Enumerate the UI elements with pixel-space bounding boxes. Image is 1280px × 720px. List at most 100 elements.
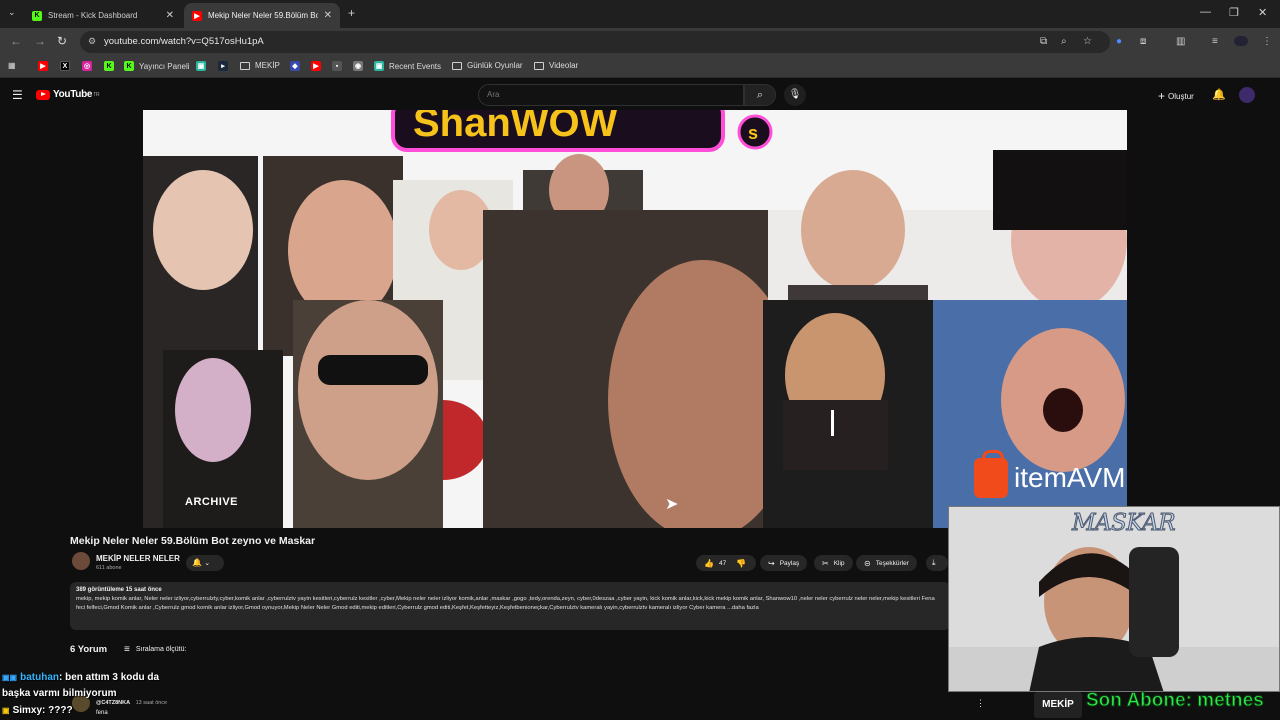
youtube-icon: ▶ xyxy=(311,61,321,71)
channel-badge: MEKİP xyxy=(1034,692,1082,718)
youtube-play-icon xyxy=(36,89,50,100)
bookmark-yayinci-paneli[interactable]: K Yayıncı Paneli xyxy=(124,61,190,71)
comment-author: @C4TZ8NKA 13 saat önce xyxy=(96,700,167,706)
subscriber-count: 611 abone xyxy=(96,565,122,571)
bookmarks-bar: ▦ ▶ X ◎ K K Yayıncı Paneli ▣ ▸ MEKİP ◆ ▶ … xyxy=(0,56,1280,78)
tab-search-icon[interactable]: ⌄ xyxy=(8,7,16,18)
microphone-icon: 🎙 xyxy=(788,89,802,100)
bookmark-x[interactable]: X xyxy=(60,61,75,71)
search-input[interactable]: Ara xyxy=(478,84,744,106)
kick-icon: K xyxy=(32,10,42,21)
video-title: Mekip Neler Neler 59.Bölüm Bot zeyno ve … xyxy=(70,535,316,547)
instagram-icon: ◎ xyxy=(82,61,92,71)
chat-message: başka varmı bilmiyorum xyxy=(2,688,117,699)
subscription-bell-button[interactable]: 🔔 ⌄ xyxy=(186,555,224,571)
address-bar[interactable]: ⚙ youtube.com/watch?v=Q517osHu1pA xyxy=(80,31,1110,53)
back-icon[interactable]: ← xyxy=(10,34,22,48)
chat-text: başka varmı bilmiyorum xyxy=(2,688,117,699)
search-button[interactable]: ⌕ xyxy=(744,84,776,106)
mouse-cursor-icon: ➤ xyxy=(665,496,679,513)
bookmark-videolar[interactable]: Videolar xyxy=(534,61,578,70)
folder-icon xyxy=(534,61,544,70)
streamlabs-icon: ▣ xyxy=(374,61,384,71)
notifications-bell-icon[interactable]: 🔔 xyxy=(1212,88,1226,101)
zoom-icon[interactable]: ⌕ xyxy=(1061,36,1067,47)
side-panel-icon[interactable]: ▥ xyxy=(1176,36,1185,47)
bookmark-kick[interactable]: K xyxy=(104,61,119,71)
comment-text: fena xyxy=(96,710,108,716)
bookmark-prime[interactable]: ▸ xyxy=(218,61,233,71)
menu-kebab-icon[interactable]: ⋮ xyxy=(1262,36,1272,47)
prime-icon: ▸ xyxy=(218,61,228,71)
site-info-icon[interactable]: ⚙ xyxy=(88,36,96,47)
bookmark-recent-events[interactable]: ▣ Recent Events xyxy=(374,61,441,71)
sort-label: Sıralama ölçütü: xyxy=(135,646,187,653)
bookmark-youtube-2[interactable]: ▶ xyxy=(311,61,326,71)
kick-icon: K xyxy=(104,61,114,71)
reload-icon[interactable]: ↻ xyxy=(57,34,67,48)
channel-name[interactable]: MEKİP NELER NELER xyxy=(96,554,180,563)
chat-text: : ben attım 3 kodu da xyxy=(59,672,160,683)
bell-icon: 🔔 xyxy=(192,558,202,567)
tab-kick-dashboard[interactable]: K Stream - Kick Dashboard ✕ xyxy=(24,3,182,28)
youtube-logo[interactable]: YouTube TR xyxy=(36,89,100,100)
shopping-bag-icon xyxy=(974,450,1008,498)
create-button[interactable]: + Oluştur xyxy=(1158,89,1194,103)
globe-icon: ◉ xyxy=(353,61,363,71)
chat-badge-icon: ▣▣ xyxy=(2,673,18,682)
channel-avatar[interactable] xyxy=(72,552,90,570)
thanks-icon: ⊝ xyxy=(864,558,871,568)
search-placeholder: Ara xyxy=(487,90,500,99)
region-code: TR xyxy=(93,91,100,98)
minimize-icon[interactable]: — xyxy=(1200,6,1211,18)
sort-icon: ≡ xyxy=(124,644,130,655)
bookmark-app[interactable]: ▣ xyxy=(196,61,211,71)
youtube-header: ☰ YouTube TR Ara ⌕ 🎙 + Oluştur 🔔 xyxy=(0,80,1280,110)
account-avatar[interactable] xyxy=(1239,87,1255,103)
bookmark-image[interactable]: ▪ xyxy=(332,61,347,71)
voice-search-button[interactable]: 🎙 xyxy=(784,84,806,106)
like-dislike-button[interactable]: 👍 47 👎 xyxy=(696,555,756,571)
window-close-icon[interactable]: ✕ xyxy=(1258,6,1267,19)
youtube-icon: ▶ xyxy=(192,10,202,21)
create-label: Oluştur xyxy=(1168,91,1194,101)
chat-message: ▣▣ batuhan: ben attım 3 kodu da xyxy=(2,672,159,683)
chat-username: Simxy xyxy=(12,705,43,716)
video-description[interactable]: 389 görüntüleme 15 saat önce mekip, meki… xyxy=(70,582,950,630)
install-app-icon[interactable]: ⧉ xyxy=(1040,36,1047,47)
share-label: Paylaş xyxy=(779,559,800,567)
forward-icon[interactable]: → xyxy=(34,34,46,48)
bookmark-label: Recent Events xyxy=(389,61,442,71)
sponsor-name: itemAVM xyxy=(1014,462,1126,493)
share-button[interactable]: ↪ Paylaş xyxy=(760,555,808,571)
sort-comments-button[interactable]: ≡ Sıralama ölçütü: xyxy=(124,644,186,655)
thanks-button[interactable]: ⊝ Teşekkürler xyxy=(856,555,917,571)
extension-icon[interactable]: ● xyxy=(1116,36,1122,47)
media-controls-icon[interactable]: ≡ xyxy=(1212,36,1218,47)
view-count-and-date: 389 görüntüleme 15 saat önce xyxy=(76,587,162,593)
tab-youtube-video[interactable]: ▶ Mekip Neler Neler 59.Bölüm Bo ✕ xyxy=(184,3,340,28)
bookmark-gunluk-oyunlar[interactable]: Günlük Oyunlar xyxy=(452,61,523,70)
bookmark-mekip[interactable]: MEKİP xyxy=(240,61,280,70)
hamburger-menu-icon[interactable]: ☰ xyxy=(12,88,23,102)
bookmark-youtube[interactable]: ▶ xyxy=(38,61,53,71)
browser-tab-bar: ⌄ K Stream - Kick Dashboard ✕ ▶ Mekip Ne… xyxy=(0,0,1280,28)
comment-time: 13 saat önce xyxy=(135,700,168,706)
svg-text:ShanWOW: ShanWOW xyxy=(413,110,618,145)
clip-button[interactable]: ✂ Klip xyxy=(814,555,853,571)
extensions-puzzle-icon[interactable]: ⧈ xyxy=(1140,36,1146,47)
bookmark-discord[interactable]: ◆ xyxy=(290,61,305,71)
bookmark-web[interactable]: ◉ xyxy=(353,61,368,71)
search-icon: ⌕ xyxy=(756,89,764,101)
close-icon[interactable]: ✕ xyxy=(166,10,174,21)
close-icon[interactable]: ✕ xyxy=(324,10,332,21)
bookmark-instagram[interactable]: ◎ xyxy=(82,61,97,71)
apps-grid-icon[interactable]: ▦ xyxy=(8,61,16,70)
restore-icon[interactable]: ❐ xyxy=(1229,6,1239,19)
folder-icon xyxy=(240,61,250,70)
profile-avatar-icon[interactable] xyxy=(1234,36,1248,46)
bookmark-star-icon[interactable]: ☆ xyxy=(1083,36,1092,47)
comment-menu-icon[interactable]: ⋮ xyxy=(976,698,985,709)
new-tab-icon[interactable]: + xyxy=(348,6,355,20)
download-button[interactable]: ⤓ xyxy=(926,555,948,571)
